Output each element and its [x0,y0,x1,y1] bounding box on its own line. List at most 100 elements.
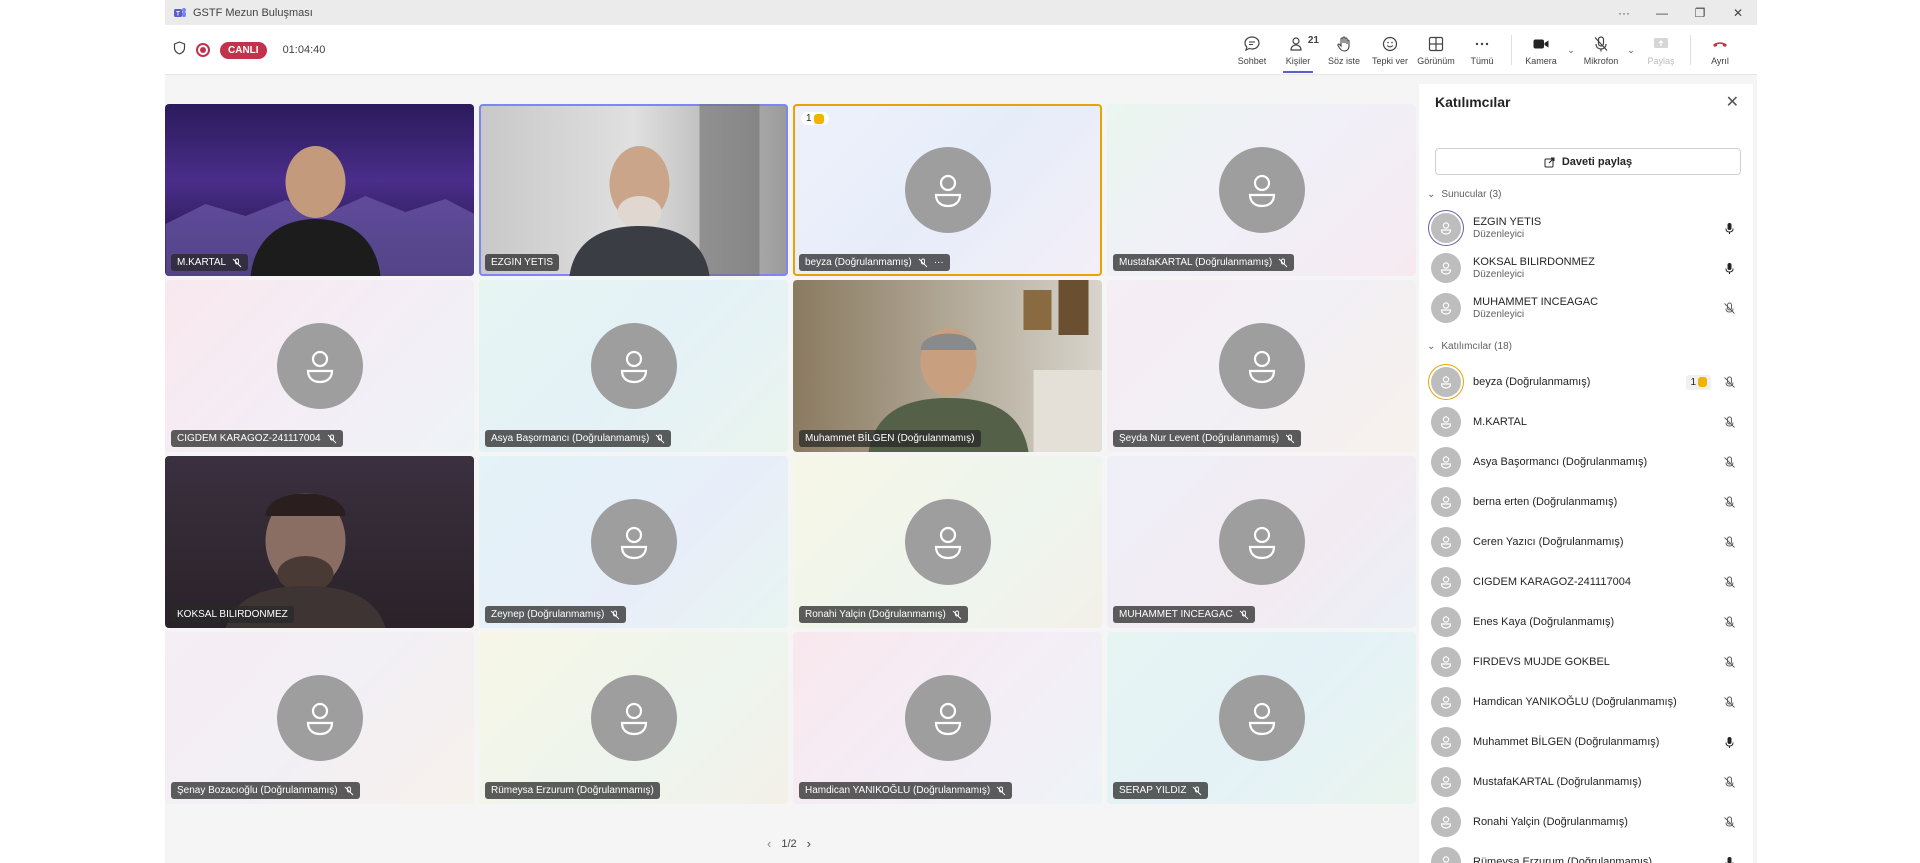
participant-row[interactable]: MUHAMMET INCEAGAC Düzenleyici [1431,289,1741,327]
ellipsis-icon [1475,42,1489,45]
avatar [276,675,363,761]
chat-button[interactable]: Sohbet [1229,27,1275,73]
video-tile[interactable]: Asya Başormancı (Doğrulanmamış) [479,280,788,452]
participant-name: Rümeysa Erzurum (Doğrulanmamış) [1473,856,1653,863]
avatar [1431,567,1461,597]
video-tile[interactable]: M.KARTAL [165,104,474,276]
video-tile[interactable]: Muhammet BİLGEN (Doğrulanmamış) [793,280,1102,452]
participant-row[interactable]: KOKSAL BILIRDONMEZ Düzenleyici [1431,249,1741,287]
participant-row[interactable]: Rümeysa Erzurum (Doğrulanmamış) [1431,843,1741,863]
participant-row[interactable]: MustafaKARTAL (Doğrulanmamış) [1431,763,1741,801]
avatar [1431,727,1461,757]
hand-icon [1337,35,1350,52]
video-tile[interactable]: EZGIN YETIS [479,104,788,276]
panel-title: Katılımcılar [1435,94,1511,110]
mic-off-icon [1721,300,1737,316]
page-indicator: 1/2 [781,837,797,850]
participant-row[interactable]: CIGDEM KARAGOZ-241117004 [1431,563,1741,601]
video-tile[interactable]: Şenay Bozacıoğlu (Doğrulanmamış) [165,632,474,804]
smiley-icon [1382,36,1398,51]
camera-button[interactable]: Kamera [1518,27,1564,73]
person-icon [1440,656,1452,669]
participants-panel: Katılımcılar ✕ Daveti paylaş ⌄ Sunucular … [1419,84,1753,863]
avatar [904,147,991,233]
camera-options-chevron-icon[interactable]: ⌄ [1564,27,1578,73]
mic-button[interactable]: Mikrofon [1578,27,1624,73]
participant-name-tag: MustafaKARTAL (Doğrulanmamış) [1113,254,1295,271]
participant-name-tag: KOKSAL BILIRDONMEZ [171,606,294,623]
participant-name-tag: Ronahi Yalçin (Doğrulanmamış) [799,606,968,623]
person-icon [1440,616,1452,629]
participant-row[interactable]: M.KARTAL [1431,403,1741,441]
avatar [590,675,677,761]
raise-hand-button[interactable]: Söz iste [1321,27,1367,73]
participant-video [868,280,1102,452]
participant-name-tag: Zeynep (Doğrulanmamış) [485,606,627,623]
participant-name-tag: Şeyda Nur Levent (Doğrulanmamış) [1113,430,1302,447]
react-button[interactable]: Tepki ver [1367,27,1413,73]
attendees-section-header[interactable]: ⌄ Katılımcılar (18) [1427,341,1512,352]
mic-off-icon [1721,614,1737,630]
mic-options-chevron-icon[interactable]: ⌄ [1624,27,1638,73]
person-icon [1440,576,1452,589]
participant-row[interactable]: Ronahi Yalçin (Doğrulanmamış) [1431,803,1741,841]
video-tile[interactable]: MUHAMMET INCEAGAC [1107,456,1416,628]
chat-label: Sohbet [1237,55,1267,66]
participant-role: Düzenleyici [1473,269,1525,280]
participant-row[interactable]: FIRDEVS MUJDE GOKBEL [1431,643,1741,681]
video-tile[interactable]: Zeynep (Doğrulanmamış) [479,456,788,628]
previous-page-icon[interactable]: ‹ [767,836,771,851]
close-window-button[interactable]: ✕ [1719,0,1757,25]
mic-on-icon [1721,854,1737,863]
video-tile[interactable]: Ronahi Yalçin (Doğrulanmamış) [793,456,1102,628]
leave-button[interactable]: Ayrıl [1697,27,1743,73]
participant-name: Ceren Yazıcı (Doğrulanmamış) [1473,536,1624,548]
mic-off-icon [344,786,353,795]
participant-row[interactable]: Ceren Yazıcı (Doğrulanmamış) [1431,523,1741,561]
more-button[interactable]: Tümü [1459,27,1505,73]
video-tile[interactable]: MustafaKARTAL (Doğrulanmamış) [1107,104,1416,276]
video-tile[interactable]: Şeyda Nur Levent (Doğrulanmamış) [1107,280,1416,452]
avatar [1431,407,1461,437]
next-page-icon[interactable]: › [807,836,811,851]
participant-row[interactable]: EZGIN YETIS Düzenleyici [1431,209,1741,247]
video-tile[interactable]: KOKSAL BILIRDONMEZ [165,456,474,628]
participant-name: EZGIN YETIS [1473,216,1542,228]
minimize-button[interactable]: — [1643,0,1681,25]
close-panel-icon[interactable]: ✕ [1726,92,1739,112]
people-count: 21 [1307,35,1319,46]
video-tile[interactable]: Hamdican YANIKOĞLU (Doğrulanmamış) [793,632,1102,804]
shield-icon[interactable] [173,40,186,60]
restore-button[interactable]: ❐ [1681,0,1719,25]
avatar [1431,847,1461,863]
participant-row[interactable]: Enes Kaya (Doğrulanmamış) [1431,603,1741,641]
tile-more-icon[interactable]: ··· [934,257,944,268]
presenters-section-header[interactable]: ⌄ Sunucular (3) [1427,189,1501,200]
participant-row[interactable]: beyza (Doğrulanmamış) 1 [1431,363,1741,401]
raised-hand-badge: 1 [801,112,829,125]
avatar [1431,213,1461,243]
meeting-toolbar: CANLI 01:04:40 Sohbet 21 Kişiler Söz ist… [165,25,1757,75]
participant-row[interactable]: Muhammet BİLGEN (Doğrulanmamış) [1431,723,1741,761]
video-tile[interactable]: Rümeysa Erzurum (Doğrulanmamış) [479,632,788,804]
window-title: GSTF Mezun Buluşması [193,6,313,19]
more-options-icon[interactable]: ··· [1605,0,1643,25]
participant-row[interactable]: Hamdican YANIKOĞLU (Doğrulanmamış) [1431,683,1741,721]
mic-on-icon [1721,220,1737,236]
view-button[interactable]: Görünüm [1413,27,1459,73]
video-tile[interactable]: 1 beyza (Doğrulanmamış) ··· [793,104,1102,276]
mic-off-icon [918,258,928,267]
participant-row[interactable]: berna erten (Doğrulanmamış) [1431,483,1741,521]
person-icon [1248,174,1275,208]
share-invite-button[interactable]: Daveti paylaş [1435,148,1741,175]
share-button[interactable]: Paylaş [1638,27,1684,73]
mic-off-icon [1594,35,1608,51]
participant-name: Enes Kaya (Doğrulanmamış) [1473,616,1615,628]
people-button[interactable]: 21 Kişiler [1275,27,1321,73]
participant-name-tag: SERAP YILDIZ [1113,782,1209,799]
video-tile[interactable]: SERAP YILDIZ [1107,632,1416,804]
participant-row[interactable]: Asya Başormancı (Doğrulanmamış) [1431,443,1741,481]
svg-text:T: T [176,11,180,17]
mic-off-icon [1721,414,1737,430]
video-tile[interactable]: CIGDEM KARAGOZ-241117004 [165,280,474,452]
